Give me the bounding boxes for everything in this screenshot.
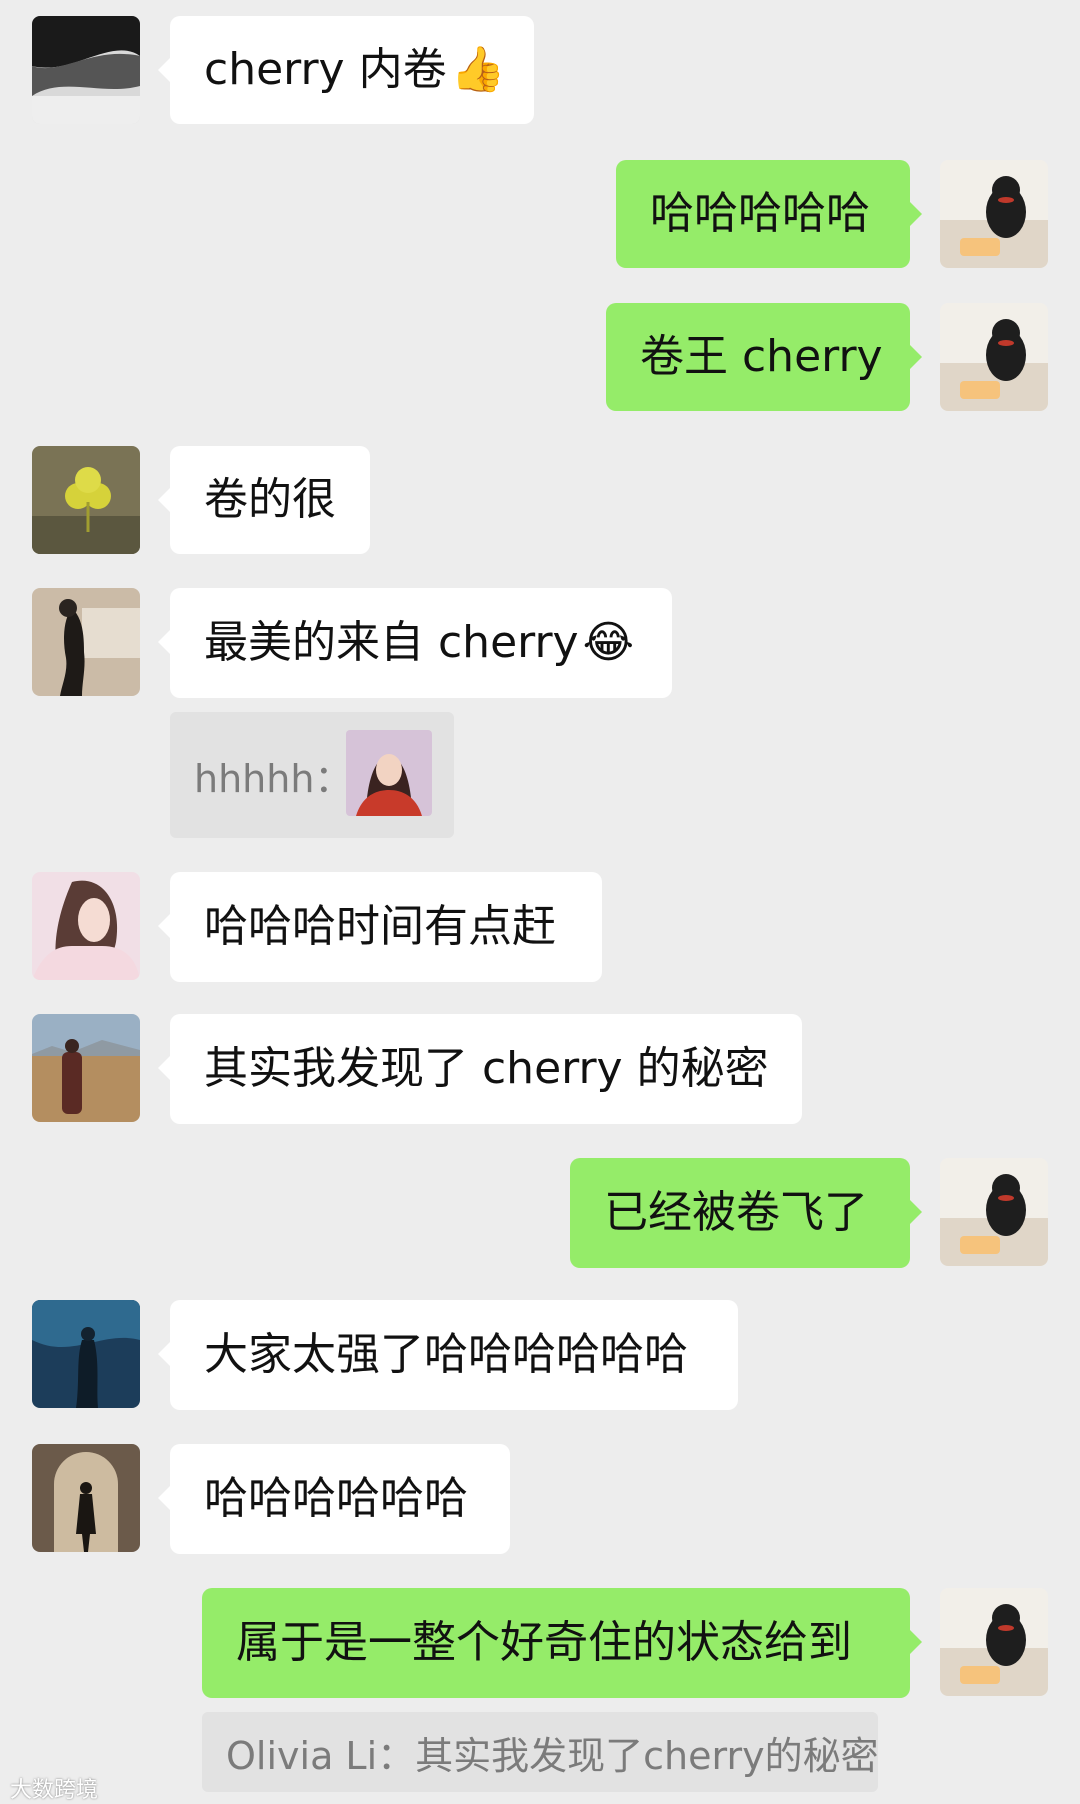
message-text: cherry 内卷 bbox=[204, 44, 447, 95]
message-bubble[interactable]: 属于是一整个好奇住的状态给到 bbox=[202, 1588, 922, 1698]
message-bubble[interactable]: 哈哈哈时间有点赶 bbox=[158, 872, 602, 982]
message-text: 最美的来自 cherry bbox=[204, 617, 579, 668]
message-bubble[interactable]: 哈哈哈哈哈 bbox=[616, 160, 922, 268]
avatar[interactable] bbox=[32, 1300, 140, 1408]
message-bubble[interactable]: 卷王 cherry bbox=[606, 303, 922, 411]
avatar[interactable] bbox=[32, 16, 140, 124]
avatar[interactable] bbox=[32, 588, 140, 696]
avatar[interactable] bbox=[32, 1444, 140, 1552]
avatar[interactable] bbox=[32, 1014, 140, 1122]
chat-area: cherry 内卷 👍 哈哈哈哈哈 卷王 cherry 卷的很 最美的来自 che… bbox=[0, 0, 1080, 1803]
message-bubble[interactable]: cherry 内卷 👍 bbox=[158, 16, 534, 124]
laughing-tears-icon: 😂 bbox=[582, 617, 635, 668]
message-text: 卷的很 bbox=[204, 474, 336, 525]
quoted-text: Olivia Li：其实我发现了cherry的秘密 bbox=[226, 1733, 879, 1778]
message-text: 卷王 cherry bbox=[640, 331, 883, 382]
message-bubble[interactable]: 最美的来自 cherry 😂 bbox=[158, 588, 672, 698]
avatar[interactable] bbox=[940, 160, 1048, 268]
message-bubble[interactable]: 卷的很 bbox=[158, 446, 370, 554]
message-text: 大家太强了哈哈哈哈哈哈 bbox=[204, 1329, 688, 1380]
avatar[interactable] bbox=[940, 303, 1048, 411]
message-bubble[interactable]: 哈哈哈哈哈哈 bbox=[158, 1444, 510, 1554]
message-bubble[interactable]: 已经被卷飞了 bbox=[570, 1158, 922, 1268]
message-text: 哈哈哈哈哈哈 bbox=[204, 1473, 468, 1524]
avatar[interactable] bbox=[32, 446, 140, 554]
avatar[interactable] bbox=[32, 872, 140, 980]
message-text: 其实我发现了 cherry 的秘密 bbox=[204, 1043, 769, 1094]
message-text: 哈哈哈哈哈 bbox=[650, 188, 870, 239]
quoted-message[interactable]: hhhhh： bbox=[170, 712, 454, 838]
thumbs-up-icon: 👍 bbox=[450, 44, 506, 95]
avatar[interactable] bbox=[940, 1158, 1048, 1266]
message-text: 已经被卷飞了 bbox=[604, 1187, 868, 1238]
quoted-image[interactable] bbox=[346, 730, 432, 816]
message-text: 哈哈哈时间有点赶 bbox=[204, 901, 556, 952]
avatar[interactable] bbox=[940, 1588, 1048, 1696]
message-bubble[interactable]: 其实我发现了 cherry 的秘密 bbox=[158, 1014, 802, 1124]
message-bubble[interactable]: 大家太强了哈哈哈哈哈哈 bbox=[158, 1300, 738, 1410]
quoted-text: hhhhh： bbox=[194, 756, 353, 801]
quoted-message[interactable]: Olivia Li：其实我发现了cherry的秘密 bbox=[202, 1712, 879, 1792]
message-text: 属于是一整个好奇住的状态给到 bbox=[236, 1617, 852, 1668]
watermark: 大数跨境 bbox=[10, 1778, 99, 1803]
